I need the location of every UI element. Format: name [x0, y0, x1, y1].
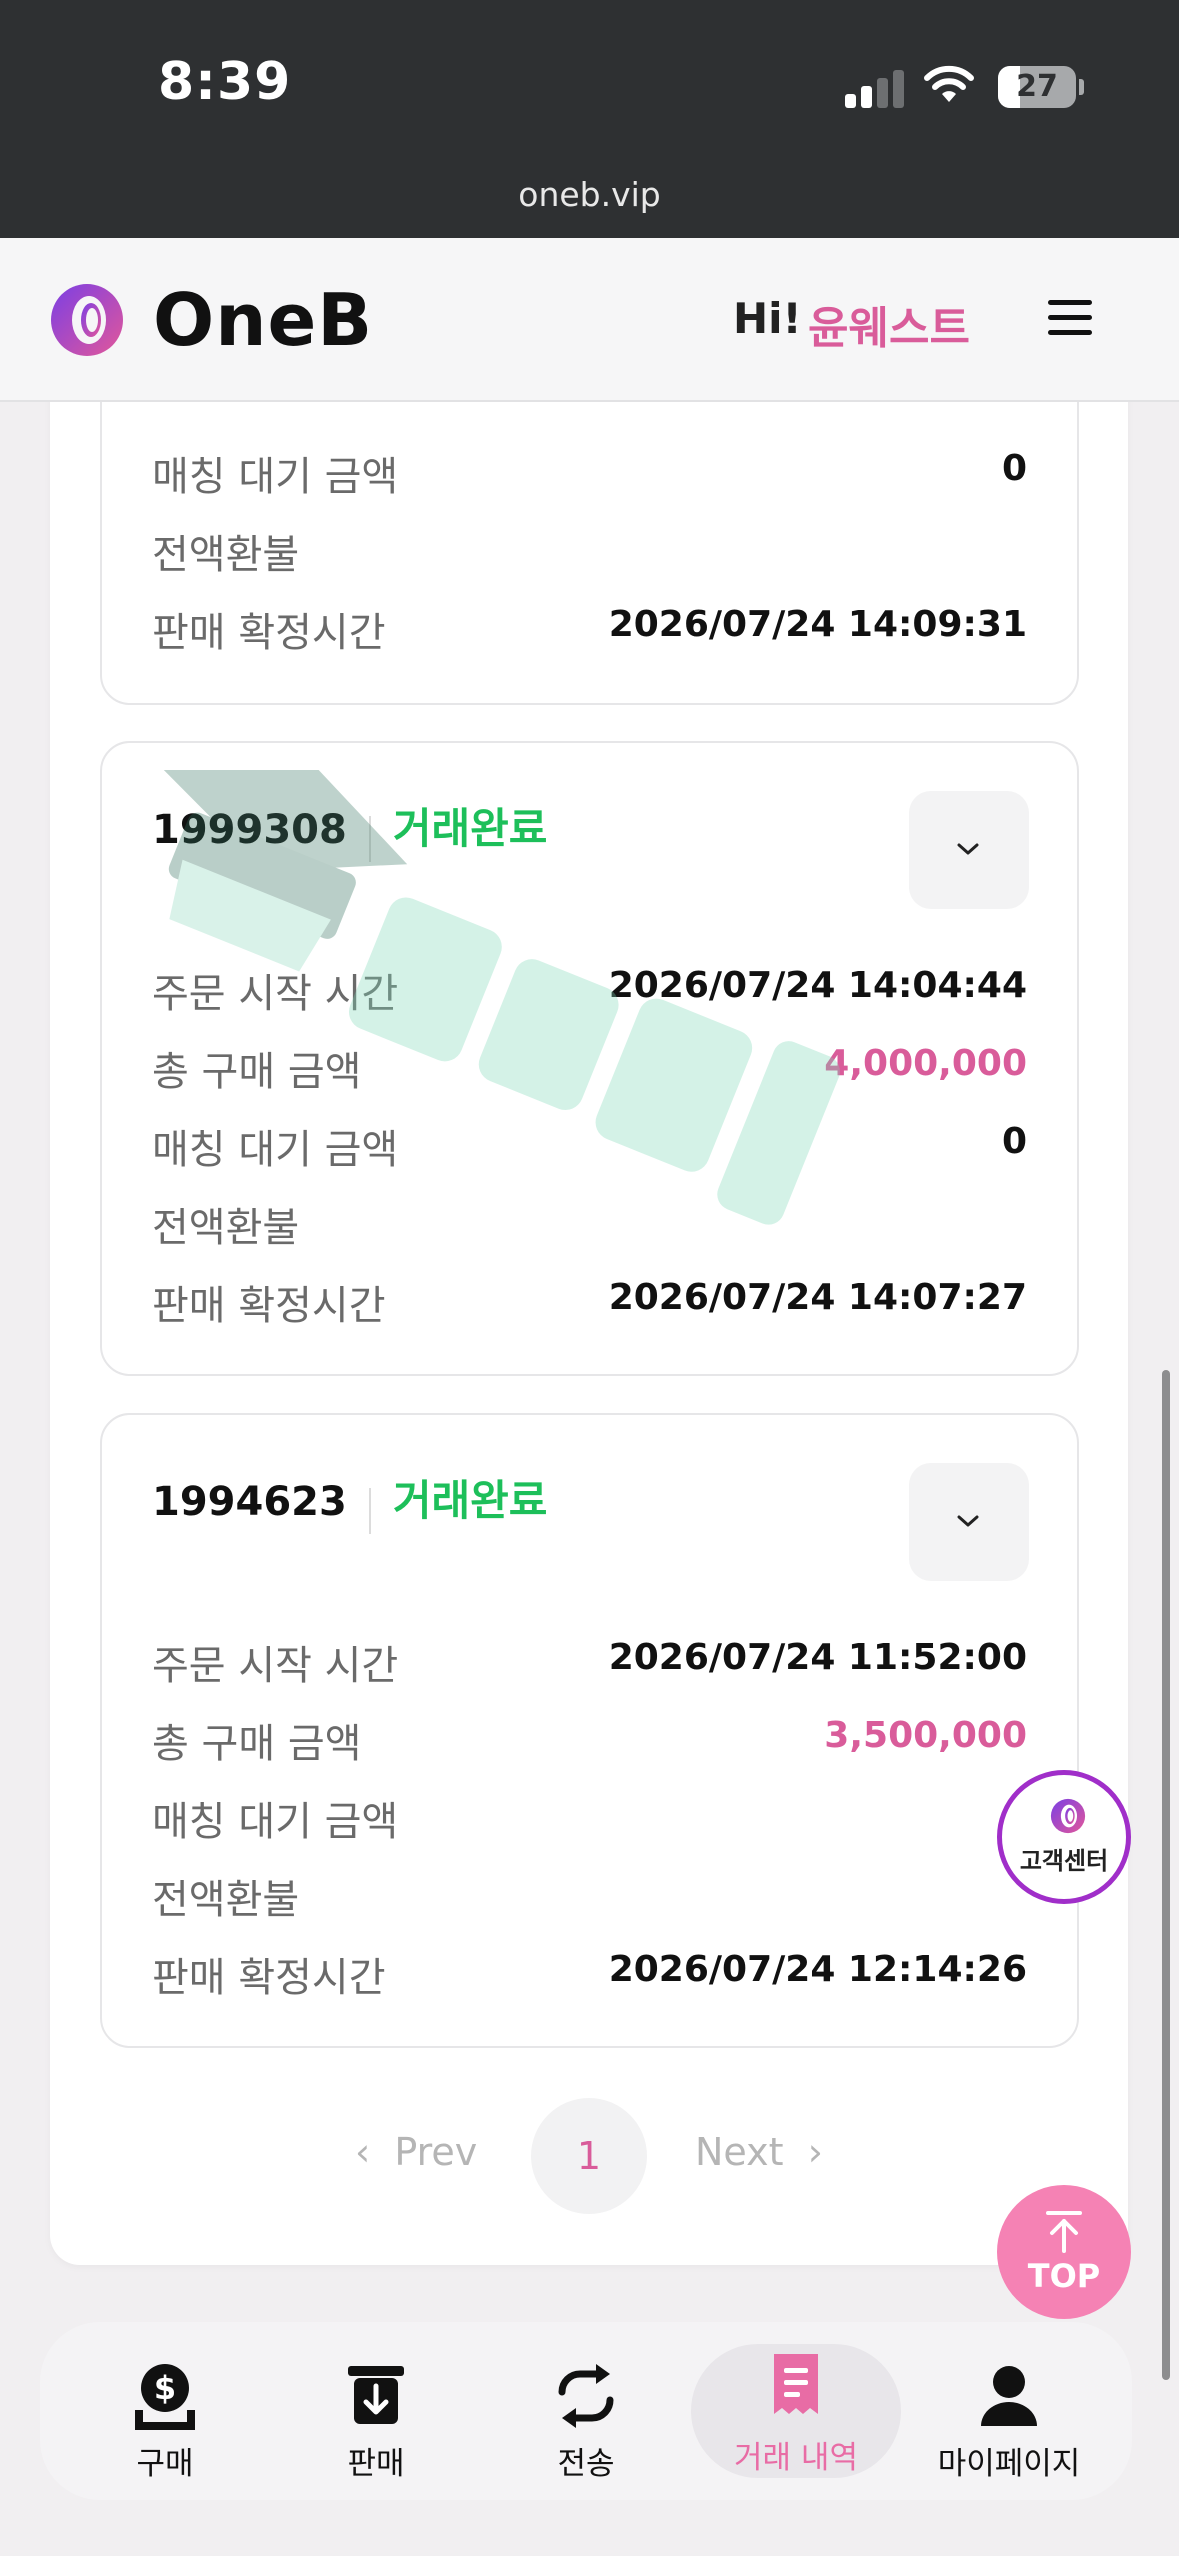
total-amount-value: 3,500,000	[824, 1715, 1027, 1756]
customer-center-label: 고객센터	[1019, 1847, 1109, 1875]
svg-text:$: $	[154, 2369, 176, 2407]
url-bar[interactable]: oneb.vip	[0, 175, 1179, 214]
order-id: 1994623	[152, 1479, 347, 1525]
wifi-icon	[924, 65, 974, 102]
refund-row: 전액환불	[152, 1195, 1027, 1255]
sell-box-icon	[348, 2366, 404, 2424]
transaction-card: 매칭 대기 금액 0 전액환불 판매 확정시간 2026/07/24 14:09…	[100, 360, 1079, 705]
confirm-time-row: 판매 확정시간 2026/07/24 12:14:26	[152, 1945, 1027, 2005]
transaction-card: 1994623 거래완료 주문 시작 시간 2026/07/24 11:52:00…	[100, 1413, 1079, 2048]
arrow-up-icon	[1046, 2211, 1082, 2253]
total-amount-value: 4,000,000	[824, 1043, 1027, 1084]
status-badge: 거래완료	[392, 1476, 548, 1525]
chevron-down-icon	[957, 1515, 979, 1527]
expand-button[interactable]	[909, 791, 1029, 909]
bottom-nav: $ 구매 판매 전송 거래 내역 마이페이지	[40, 2322, 1132, 2500]
card-header: 1994623 거래완료	[152, 1467, 548, 1534]
chevron-left-icon: ‹	[355, 2130, 371, 2174]
nav-buy-label: 구매	[136, 2446, 194, 2482]
confirm-time-value: 2026/07/24 14:07:27	[608, 1277, 1027, 1318]
refund-row: 전액환불	[152, 522, 1027, 582]
matching-wait-label: 매칭 대기 금액	[152, 1127, 399, 1173]
nav-sell[interactable]: 판매	[276, 2322, 476, 2500]
confirm-time-row: 판매 확정시간 2026/07/24 14:09:31	[152, 600, 1027, 660]
start-time-row: 주문 시작 시간 2026/07/24 11:52:00	[152, 1633, 1027, 1693]
confirm-time-value: 2026/07/24 12:14:26	[608, 1949, 1027, 1990]
top-label: TOP	[1027, 2257, 1101, 2295]
greeting: Hi!	[733, 294, 802, 343]
customer-center-button[interactable]: 고객센터	[997, 1770, 1131, 1904]
username: 윤웨스트	[808, 303, 970, 354]
total-amount-label: 총 구매 금액	[152, 1049, 362, 1095]
card-header: 1999308 거래완료	[152, 795, 548, 862]
matching-wait-row: 매칭 대기 금액	[152, 1789, 1027, 1849]
expand-button[interactable]	[909, 1463, 1029, 1581]
next-label: Next	[695, 2130, 784, 2174]
nav-transfer[interactable]: 전송	[486, 2322, 686, 2500]
start-time-label: 주문 시작 시간	[152, 971, 399, 1017]
scrollbar[interactable]	[1162, 1370, 1170, 2380]
matching-wait-value: 0	[1001, 1121, 1027, 1162]
matching-wait-label: 매칭 대기 금액	[152, 1799, 399, 1845]
start-time-row: 주문 시작 시간 2026/07/24 14:04:44	[152, 961, 1027, 1021]
battery-level: 27	[1016, 69, 1058, 104]
start-time-value: 2026/07/24 11:52:00	[608, 1637, 1027, 1678]
matching-wait-value: 0	[1001, 448, 1027, 489]
confirm-time-label: 판매 확정시간	[152, 610, 386, 656]
total-amount-row: 총 구매 금액 4,000,000	[152, 1039, 1027, 1099]
nav-history[interactable]: 거래 내역	[691, 2322, 901, 2500]
nav-sell-label: 판매	[347, 2446, 405, 2482]
user-icon	[981, 2366, 1037, 2426]
refund-label: 전액환불	[152, 1205, 300, 1251]
app-header: OneB Hi! 윤웨스트	[0, 238, 1179, 402]
cellular-signal-icon	[845, 68, 905, 108]
status-bar: 8:39 27 oneb.vip	[0, 0, 1179, 238]
transaction-card: 1999308 거래완료 주문 시작 시간 2026/07/24 14:04:44…	[100, 741, 1079, 1376]
status-badge: 거래완료	[392, 804, 548, 853]
matching-wait-row: 매칭 대기 금액 0	[152, 444, 1027, 504]
menu-icon[interactable]	[1048, 300, 1092, 336]
total-amount-row: 총 구매 금액 3,500,000	[152, 1711, 1027, 1771]
transfer-arrows-icon	[558, 2364, 614, 2428]
oneb-logo-icon	[1050, 1798, 1086, 1834]
clock: 8:39	[158, 52, 292, 112]
confirm-time-value: 2026/07/24 14:09:31	[608, 604, 1027, 645]
chevron-down-icon	[957, 843, 979, 855]
page-number-button[interactable]: 1	[531, 2098, 647, 2214]
nav-history-label: 거래 내역	[734, 2440, 858, 2476]
receipt-icon	[774, 2354, 818, 2414]
nav-mypage-label: 마이페이지	[937, 2446, 1081, 2482]
refund-row: 전액환불	[152, 1867, 1027, 1927]
refund-label: 전액환불	[152, 532, 300, 578]
order-id: 1999308	[152, 807, 347, 853]
nav-transfer-label: 전송	[557, 2446, 615, 2482]
total-amount-label: 총 구매 금액	[152, 1721, 362, 1767]
scroll-top-button[interactable]: TOP	[997, 2185, 1131, 2319]
confirm-time-label: 판매 확정시간	[152, 1283, 386, 1329]
battery-icon: 27	[998, 66, 1076, 108]
confirm-time-row: 판매 확정시간 2026/07/24 14:07:27	[152, 1273, 1027, 1333]
brand-name[interactable]: OneB	[153, 278, 373, 362]
oneb-logo-icon[interactable]	[47, 280, 127, 360]
nav-mypage[interactable]: 마이페이지	[909, 2322, 1109, 2500]
prev-page-button[interactable]: ‹ Prev	[355, 2130, 477, 2174]
refund-label: 전액환불	[152, 1877, 300, 1923]
confirm-time-label: 판매 확정시간	[152, 1955, 386, 2001]
start-time-value: 2026/07/24 14:04:44	[608, 965, 1027, 1006]
next-page-button[interactable]: Next ›	[695, 2130, 823, 2174]
nav-buy[interactable]: $ 구매	[65, 2322, 265, 2500]
matching-wait-row: 매칭 대기 금액 0	[152, 1117, 1027, 1177]
dollar-tray-icon: $	[135, 2364, 195, 2430]
matching-wait-label: 매칭 대기 금액	[152, 454, 399, 500]
chevron-right-icon: ›	[807, 2130, 823, 2174]
start-time-label: 주문 시작 시간	[152, 1643, 399, 1689]
prev-label: Prev	[394, 2130, 478, 2174]
